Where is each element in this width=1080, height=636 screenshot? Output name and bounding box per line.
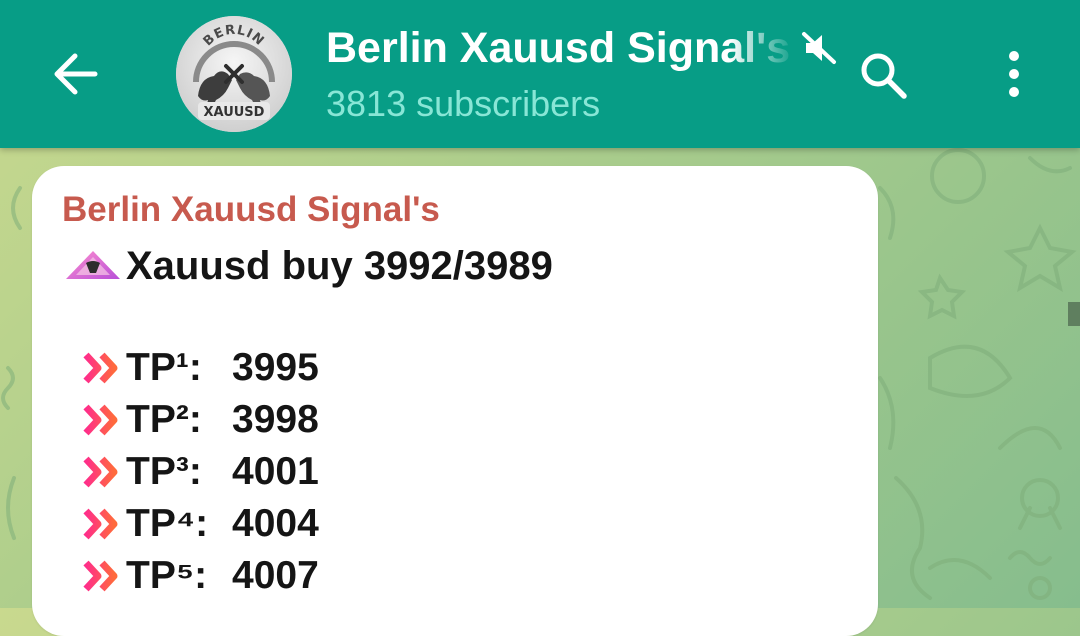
signal-text: Xauusd buy 3992/3989 [126,243,553,288]
tp-row-5: TP⁵: 4007 [82,550,319,602]
tp-value: 4007 [232,554,319,597]
search-icon [861,53,907,99]
more-vertical-icon [1009,51,1019,97]
more-options-button[interactable] [990,44,1038,104]
berlin-xauusd-logo: BERLIN XAUUSD [176,16,292,132]
tp-label: TP²: [126,398,202,441]
tp-label: TP¹: [126,346,202,389]
tp-row-4: TP⁴: 4004 [82,498,319,550]
tp-row-3: TP³: 4001 [82,446,319,498]
tp-row-1: TP¹: 3995 [82,342,319,394]
search-button[interactable] [852,44,912,104]
arrow-left-icon [54,53,98,95]
tp-row-2: TP²: 3998 [82,394,319,446]
scroll-indicator [1068,302,1080,326]
message-sender-name[interactable]: Berlin Xauusd Signal's [62,186,440,234]
pink-triangle-emoji-icon [66,251,120,279]
subscriber-count: 3813 subscribers [326,83,601,124]
channel-avatar[interactable]: BERLIN XAUUSD [176,16,292,132]
signal-line: Xauusd buy 3992/3989 [64,238,553,294]
back-button[interactable] [46,46,104,102]
tp-label: TP⁵: [126,554,208,597]
double-chevron-right-icon [83,508,118,540]
avatar-bottom-text: XAUUSD [204,105,265,120]
tp-value: 3995 [232,346,319,389]
muted-speaker-icon [802,32,836,64]
channel-title[interactable]: Berlin Xauusd Signal's [326,18,796,78]
double-chevron-right-icon [83,456,118,488]
tp-value: 4001 [232,450,319,493]
double-chevron-right-icon [83,352,118,384]
tp-label: TP⁴: [126,502,209,545]
take-profit-list: TP¹: 3995 TP²: 3998 TP³: 4001 TP⁴: 4004 … [82,342,319,602]
tp-value: 4004 [232,502,319,545]
tp-value: 3998 [232,398,319,441]
chat-header: BERLIN XAUUSD Berlin Xauusd Signal's 381… [0,0,1080,148]
double-chevron-right-icon [83,404,118,436]
double-chevron-right-icon [83,560,118,592]
tp-label: TP³: [126,450,202,493]
